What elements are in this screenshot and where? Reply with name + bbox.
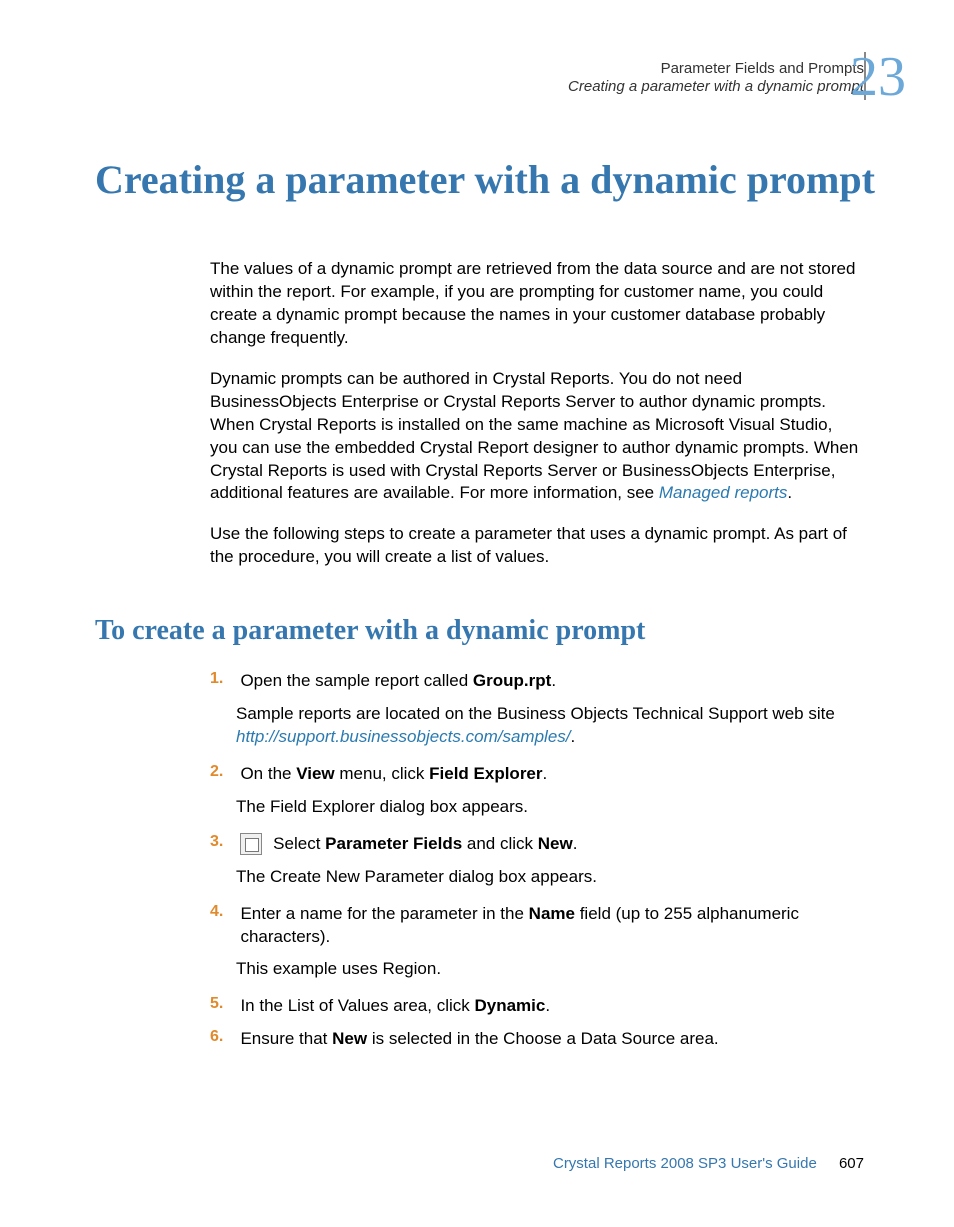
step-1: 1. Open the sample report called Group.r…: [210, 670, 860, 749]
footer-page-number: 607: [839, 1155, 864, 1172]
step-3-pre: Select: [268, 834, 325, 853]
chapter-number: 23: [850, 45, 906, 109]
intro-paragraph-3: Use the following steps to create a para…: [210, 523, 860, 569]
managed-reports-link[interactable]: Managed reports: [659, 483, 788, 502]
new-parameter-icon: [240, 833, 262, 855]
step-3-mid: and click: [462, 834, 538, 853]
step-2-sub: The Field Explorer dialog box appears.: [236, 796, 851, 819]
step-number: 3.: [210, 833, 236, 851]
step-1-bold: Group.rpt: [473, 671, 551, 690]
step-3-bold2: New: [538, 834, 573, 853]
step-6-post: is selected in the Choose a Data Source …: [367, 1029, 719, 1048]
step-4-bold: Name: [529, 904, 575, 923]
step-2-bold1: View: [296, 764, 334, 783]
step-6-bold: New: [332, 1029, 367, 1048]
step-number: 4.: [210, 903, 236, 921]
step-6-pre: Ensure that: [240, 1029, 332, 1048]
intro-paragraph-1: The values of a dynamic prompt are retri…: [210, 258, 860, 350]
step-5-pre: In the List of Values area, click: [240, 996, 474, 1015]
step-2-bold2: Field Explorer: [429, 764, 542, 783]
step-1-post: .: [551, 671, 556, 690]
step-1-pre: Open the sample report called: [240, 671, 472, 690]
step-5: 5. In the List of Values area, click Dyn…: [210, 995, 860, 1018]
step-number: 2.: [210, 763, 236, 781]
p2-text-b: .: [787, 483, 792, 502]
step-number: 5.: [210, 995, 236, 1013]
header-section: Creating a parameter with a dynamic prom…: [568, 78, 864, 95]
step-1-sub-post: .: [571, 727, 576, 746]
step-2-pre: On the: [240, 764, 296, 783]
page-title: Creating a parameter with a dynamic prom…: [95, 155, 875, 205]
step-6: 6. Ensure that New is selected in the Ch…: [210, 1028, 860, 1051]
step-4-pre: Enter a name for the parameter in the: [240, 904, 528, 923]
step-number: 6.: [210, 1028, 236, 1046]
step-3-sub: The Create New Parameter dialog box appe…: [236, 866, 851, 889]
procedure-heading: To create a parameter with a dynamic pro…: [95, 615, 645, 647]
samples-link[interactable]: http://support.businessobjects.com/sampl…: [236, 727, 571, 746]
step-2-mid: menu, click: [335, 764, 429, 783]
footer-guide-name: Crystal Reports 2008 SP3 User's Guide: [553, 1155, 817, 1172]
step-4: 4. Enter a name for the parameter in the…: [210, 903, 860, 982]
step-3-post: .: [573, 834, 578, 853]
step-4-sub: This example uses Region.: [236, 958, 851, 981]
step-1-sub-pre: Sample reports are located on the Busine…: [236, 704, 835, 723]
step-number: 1.: [210, 670, 236, 688]
step-5-bold: Dynamic: [474, 996, 545, 1015]
step-3-bold1: Parameter Fields: [325, 834, 462, 853]
step-3: 3. Select Parameter Fields and click New…: [210, 833, 860, 889]
step-2-post: .: [543, 764, 548, 783]
header-category: Parameter Fields and Prompts: [661, 60, 864, 77]
step-5-post: .: [545, 996, 550, 1015]
intro-paragraph-2: Dynamic prompts can be authored in Cryst…: [210, 368, 860, 506]
step-2: 2. On the View menu, click Field Explore…: [210, 763, 860, 819]
